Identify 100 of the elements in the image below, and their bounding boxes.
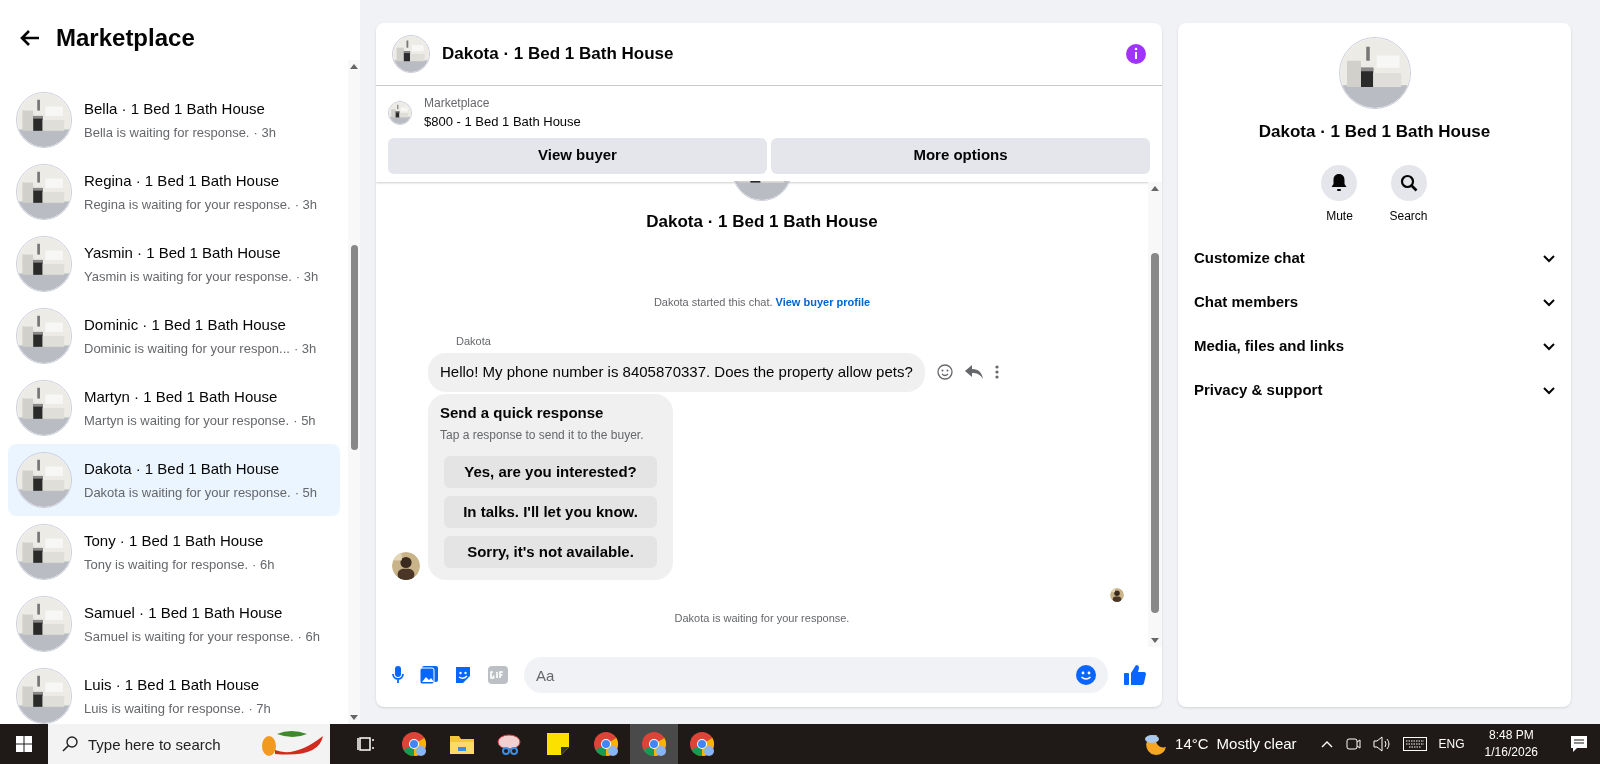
task-view-icon[interactable]	[357, 735, 375, 753]
waiting-note: Dakota is waiting for your response.	[674, 611, 850, 626]
chevron-icon	[1543, 342, 1555, 351]
conversation-time: · 7h	[248, 699, 271, 718]
conversation-preview: Yasmin is waiting for your response.	[84, 267, 292, 286]
message-bubble: Hello! My phone number is 8405870337. Does the property allow pets?	[428, 353, 925, 392]
conversation-item[interactable]: Luis · 1 Bed 1 Bath House Luis is waiting for response. · 7h	[8, 660, 340, 724]
conversation-time: · 3h	[253, 123, 276, 142]
quick-response-title: Send a quick response	[440, 402, 605, 423]
chevron-icon	[1543, 386, 1555, 395]
conversation-title: Tony · 1 Bed 1 Bath House	[84, 531, 265, 551]
peppers-icon	[261, 730, 324, 758]
conversation-item[interactable]: Yasmin · 1 Bed 1 Bath House Yasmin is waiting for your response. · 3h	[8, 228, 340, 300]
sticker-icon[interactable]	[454, 666, 472, 684]
scrollbar-thumb[interactable]	[1151, 252, 1159, 613]
conversation-item[interactable]: Regina · 1 Bed 1 Bath House Regina is waiting for your response. · 3h	[8, 156, 340, 228]
listing-summary: $800 - 1 Bed 1 Bath House	[424, 113, 581, 131]
sticky-note-icon[interactable]	[547, 733, 569, 755]
taskbar-search-field[interactable]: Type here to search	[48, 724, 330, 764]
conversation-item[interactable]: Tony · 1 Bed 1 Bath House Tony is waiting for response. · 6h	[8, 516, 340, 588]
notification-icon[interactable]	[1570, 735, 1588, 753]
message-input[interactable]: Aa	[524, 657, 1108, 693]
thumbs-up-icon[interactable]	[1124, 665, 1146, 685]
details-section[interactable]: Media, files and links	[1194, 324, 1555, 369]
conversation-title: Samuel · 1 Bed 1 Bath House	[84, 603, 284, 623]
conversation-time: · 3h	[293, 339, 317, 358]
microphone-icon[interactable]	[392, 666, 404, 684]
details-title: Dakota · 1 Bed 1 Bath House	[1258, 121, 1491, 143]
details-section[interactable]: Privacy & support	[1194, 368, 1555, 413]
browser-icon[interactable]	[401, 731, 427, 757]
quick-response-hint: Tap a response to send it to the buyer.	[440, 427, 645, 444]
chevron-icon	[1543, 254, 1555, 263]
conversation-preview: Tony is waiting for response.	[84, 555, 249, 574]
image-icon[interactable]	[420, 666, 438, 684]
conversation-title: Bella · 1 Bed 1 Bath House	[84, 99, 266, 119]
conversation-item[interactable]: Dakota · 1 Bed 1 Bath House Dakota is waiting for your response. · 5h	[8, 444, 340, 516]
weather-temperature: 14°C	[1175, 733, 1209, 754]
conversation-preview: Luis is waiting for response.	[84, 699, 245, 718]
conversation-time: · 3h	[295, 267, 319, 286]
conversation-preview: Martyn is waiting for your response.	[84, 411, 290, 430]
conversation-time: · 3h	[294, 195, 318, 214]
conversation-title: Luis · 1 Bed 1 Bath House	[84, 675, 261, 695]
conversation-preview: Regina is waiting for your response.	[84, 195, 291, 214]
clock[interactable]: 8:48 PM 1/16/2026	[1476, 727, 1546, 761]
conversation-time: · 5h	[294, 483, 318, 502]
thread-title: Dakota · 1 Bed 1 Bath House	[646, 210, 878, 233]
listing-source: Marketplace	[424, 95, 491, 112]
keyboard-icon[interactable]	[1402, 737, 1427, 751]
action-button[interactable]: More options	[771, 137, 1150, 174]
conversation-time: · 6h	[252, 555, 275, 574]
details-section[interactable]: Chat members	[1194, 280, 1555, 325]
quick-response-button[interactable]: In talks. I'll let you know.	[444, 496, 657, 528]
chevron-up-icon[interactable]	[1320, 740, 1333, 748]
scroll-up-icon[interactable]	[1151, 185, 1159, 191]
scroll-down-icon[interactable]	[350, 715, 358, 720]
language-indicator[interactable]: ENG	[1438, 735, 1465, 753]
conversation-item[interactable]: Bella · 1 Bed 1 Bath House Bella is waiting for response. · 3h	[8, 84, 340, 156]
back-arrow-icon[interactable]	[20, 29, 40, 47]
quick-response-button[interactable]: Yes, are you interested?	[444, 456, 657, 488]
scissors-icon[interactable]	[497, 732, 523, 756]
browser-icon[interactable]	[593, 731, 619, 757]
conversation-title: Yasmin · 1 Bed 1 Bath House	[84, 243, 282, 263]
conversation-preview: Dakota is waiting for your response.	[84, 483, 291, 502]
view-buyer-profile-link[interactable]: View buyer profile	[775, 296, 871, 308]
conversation-preview: Dominic is waiting for your respon...	[84, 339, 290, 358]
browser-icon[interactable]	[641, 731, 667, 757]
conversation-title: Regina · 1 Bed 1 Bath House	[84, 171, 281, 191]
folder-icon[interactable]	[449, 733, 475, 755]
windows-start-icon[interactable]	[16, 736, 32, 752]
browser-icon[interactable]	[689, 731, 715, 757]
speaker-icon[interactable]	[1372, 736, 1391, 752]
reply-icon[interactable]	[964, 365, 983, 380]
search-icon	[1399, 173, 1418, 192]
details-section[interactable]: Customize chat	[1194, 236, 1555, 281]
action-button[interactable]: View buyer	[388, 137, 767, 174]
quick-response-button[interactable]: Sorry, it's not available.	[444, 536, 657, 568]
conversation-item[interactable]: Dominic · 1 Bed 1 Bath House Dominic is waiting for your respon... · 3h	[8, 300, 340, 372]
conversation-item[interactable]: Martyn · 1 Bed 1 Bath House Martyn is waiting for your response. · 5h	[8, 372, 340, 444]
more-icon[interactable]	[994, 365, 999, 380]
sender-name: Dakota	[456, 333, 492, 349]
conversation-title: Martyn · 1 Bed 1 Bath House	[84, 387, 279, 407]
weather-moon-icon	[1143, 733, 1168, 755]
conversation-title: Dominic · 1 Bed 1 Bath House	[84, 315, 287, 335]
emoji-icon[interactable]	[1076, 665, 1096, 685]
bell-icon	[1331, 173, 1348, 192]
scroll-up-icon[interactable]	[350, 64, 358, 69]
emoji-icon[interactable]	[936, 364, 953, 381]
conversation-preview: Samuel is waiting for your response.	[84, 627, 294, 646]
conversation-time: · 5h	[293, 411, 316, 430]
conversation-title: Dakota · 1 Bed 1 Bath House	[84, 459, 281, 479]
scrollbar-thumb[interactable]	[350, 245, 358, 450]
chat-title: Dakota · 1 Bed 1 Bath House	[442, 43, 675, 66]
chevron-icon	[1543, 298, 1555, 307]
camera-icon[interactable]	[1344, 736, 1361, 752]
conversation-item[interactable]: Samuel · 1 Bed 1 Bath House Samuel is waiting for your response. · 6h	[8, 588, 340, 660]
scroll-down-icon[interactable]	[1151, 638, 1159, 643]
sidebar-title: Marketplace	[56, 23, 195, 53]
info-icon[interactable]	[1126, 44, 1146, 64]
conversation-time: · 6h	[297, 627, 320, 646]
search-icon	[62, 736, 78, 752]
